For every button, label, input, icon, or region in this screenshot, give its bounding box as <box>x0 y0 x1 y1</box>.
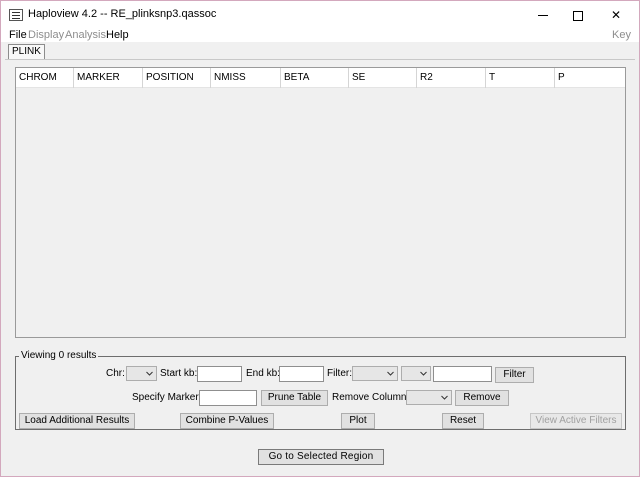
haploview-window: Haploview 4.2 -- RE_plinksnp3.qassoc ✕ F… <box>0 0 640 477</box>
prune-table-button[interactable]: Prune Table <box>261 390 328 406</box>
maximize-icon <box>573 10 583 21</box>
view-active-filters-button[interactable]: View Active Filters <box>530 413 622 429</box>
chevron-down-icon <box>146 370 153 377</box>
column-header-marker[interactable]: MARKER <box>74 68 143 88</box>
column-header-r2[interactable]: R2 <box>417 68 486 88</box>
menu-key[interactable]: Key <box>612 29 631 41</box>
table-header: CHROM MARKER POSITION NMISS BETA SE R2 T… <box>16 68 625 88</box>
title-bar: Haploview 4.2 -- RE_plinksnp3.qassoc ✕ <box>1 1 639 29</box>
menu-analysis[interactable]: Analysis <box>65 29 106 41</box>
column-header-t[interactable]: T <box>486 68 555 88</box>
chr-select[interactable] <box>126 366 157 381</box>
column-header-chrom[interactable]: CHROM <box>16 68 74 88</box>
column-header-p[interactable]: P <box>555 68 625 88</box>
remove-column-label: Remove Column: <box>332 392 410 403</box>
chr-label: Chr: <box>106 368 125 379</box>
close-icon: ✕ <box>610 8 622 22</box>
specify-marker-label: Specify Marker: <box>132 392 202 403</box>
column-header-position[interactable]: POSITION <box>143 68 211 88</box>
tab-plink[interactable]: PLINK <box>8 44 45 59</box>
column-header-beta[interactable]: BETA <box>281 68 349 88</box>
window-title: Haploview 4.2 -- RE_plinksnp3.qassoc <box>28 8 217 20</box>
filter-value-input[interactable] <box>433 366 492 382</box>
reset-button[interactable]: Reset <box>442 413 484 429</box>
chevron-down-icon <box>420 370 427 377</box>
column-header-se[interactable]: SE <box>349 68 417 88</box>
plot-button[interactable]: Plot <box>341 413 375 429</box>
filter-button[interactable]: Filter <box>495 367 534 383</box>
column-header-nmiss[interactable]: NMISS <box>211 68 281 88</box>
menu-display[interactable]: Display <box>28 29 64 41</box>
end-kb-input[interactable] <box>279 366 324 382</box>
minimize-icon <box>538 15 548 16</box>
remove-button[interactable]: Remove <box>455 390 509 406</box>
menu-help[interactable]: Help <box>106 29 129 41</box>
start-kb-input[interactable] <box>197 366 242 382</box>
app-icon <box>9 9 23 21</box>
filter-column-select[interactable] <box>352 366 398 381</box>
chevron-down-icon <box>387 370 394 377</box>
results-count-label: Viewing 0 results <box>19 350 99 361</box>
chevron-down-icon <box>441 394 448 401</box>
start-kb-label: Start kb: <box>160 368 198 379</box>
filter-label: Filter: <box>327 368 352 379</box>
maximize-button[interactable] <box>558 1 598 29</box>
remove-column-select[interactable] <box>406 390 452 405</box>
minimize-button[interactable] <box>523 1 563 29</box>
load-additional-results-button[interactable]: Load Additional Results <box>19 413 135 429</box>
end-kb-label: End kb: <box>246 368 280 379</box>
specify-marker-input[interactable] <box>199 390 257 406</box>
results-table[interactable]: CHROM MARKER POSITION NMISS BETA SE R2 T… <box>15 67 626 338</box>
combine-p-values-button[interactable]: Combine P-Values <box>180 413 274 429</box>
menu-bar: File Display Analysis Help Key <box>1 29 639 42</box>
close-button[interactable]: ✕ <box>596 1 636 29</box>
menu-file[interactable]: File <box>9 29 27 41</box>
go-to-selected-region-button[interactable]: Go to Selected Region <box>258 449 384 465</box>
filter-operator-select[interactable] <box>401 366 431 381</box>
